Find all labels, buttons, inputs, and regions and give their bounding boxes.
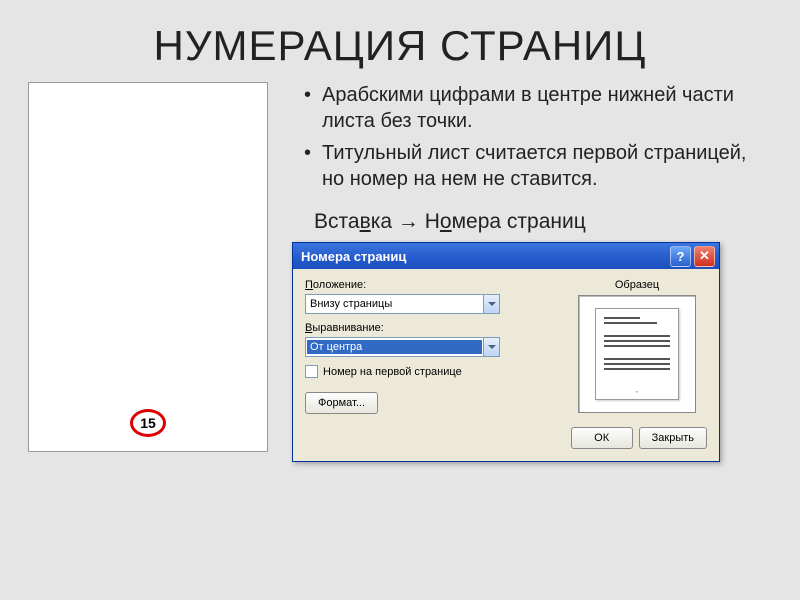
bullet-item: Арабскими цифрами в центре нижней части …	[304, 82, 772, 134]
content-area: 15 Арабскими цифрами в центре нижней час…	[0, 82, 800, 462]
alignment-combo[interactable]: От центра	[305, 337, 500, 357]
bullet-item: Титульный лист считается первой странице…	[304, 140, 772, 192]
format-button[interactable]: Формат...	[305, 392, 378, 414]
slide-title: НУМЕРАЦИЯ СТРАНИЦ	[0, 0, 800, 82]
menu-text: Н	[425, 210, 440, 233]
position-combo[interactable]: Внизу страницы	[305, 294, 500, 314]
checkbox-icon[interactable]	[305, 365, 318, 378]
menu-text: ка	[371, 210, 392, 233]
page-sample: 15	[28, 82, 268, 452]
checkbox-label: Номер на первой странице	[323, 366, 462, 378]
preview-label: Образец	[567, 279, 707, 291]
alignment-value: От центра	[307, 340, 482, 354]
dialog-title: Номера страниц	[301, 249, 670, 264]
help-button[interactable]: ?	[670, 246, 691, 267]
alignment-label: Выравнивание:	[305, 322, 549, 334]
first-page-checkbox-row[interactable]: Номер на первой странице	[305, 365, 549, 378]
ok-button[interactable]: ОК	[571, 427, 633, 449]
preview-column: Образец ▪	[567, 279, 707, 449]
menu-path: Вставка → Номера страниц	[288, 210, 772, 234]
bullet-list: Арабскими цифрами в центре нижней части …	[288, 82, 772, 192]
menu-underline: в	[360, 210, 371, 233]
dialog-body: Положение: Внизу страницы Выравнивание: …	[293, 269, 719, 461]
preview-box: ▪	[578, 295, 696, 413]
cancel-button[interactable]: Закрыть	[639, 427, 707, 449]
right-column: Арабскими цифрами в центре нижней части …	[288, 82, 772, 462]
page-number-badge: 15	[130, 409, 166, 437]
position-value: Внизу страницы	[306, 298, 483, 310]
chevron-down-icon[interactable]	[483, 338, 499, 356]
page-numbers-dialog: Номера страниц ? ✕ Положение: Внизу стра…	[292, 242, 720, 462]
menu-underline: о	[440, 210, 452, 233]
close-button[interactable]: ✕	[694, 246, 715, 267]
menu-text: Вста	[314, 210, 360, 233]
menu-text: мера страниц	[452, 210, 586, 233]
dialog-titlebar[interactable]: Номера страниц ? ✕	[293, 243, 719, 269]
chevron-down-icon[interactable]	[483, 295, 499, 313]
position-label: Положение:	[305, 279, 549, 291]
dialog-buttons: ОК Закрыть	[567, 427, 707, 449]
preview-page-icon: ▪	[595, 308, 679, 400]
arrow-icon: →	[398, 210, 419, 233]
form-column: Положение: Внизу страницы Выравнивание: …	[305, 279, 549, 449]
